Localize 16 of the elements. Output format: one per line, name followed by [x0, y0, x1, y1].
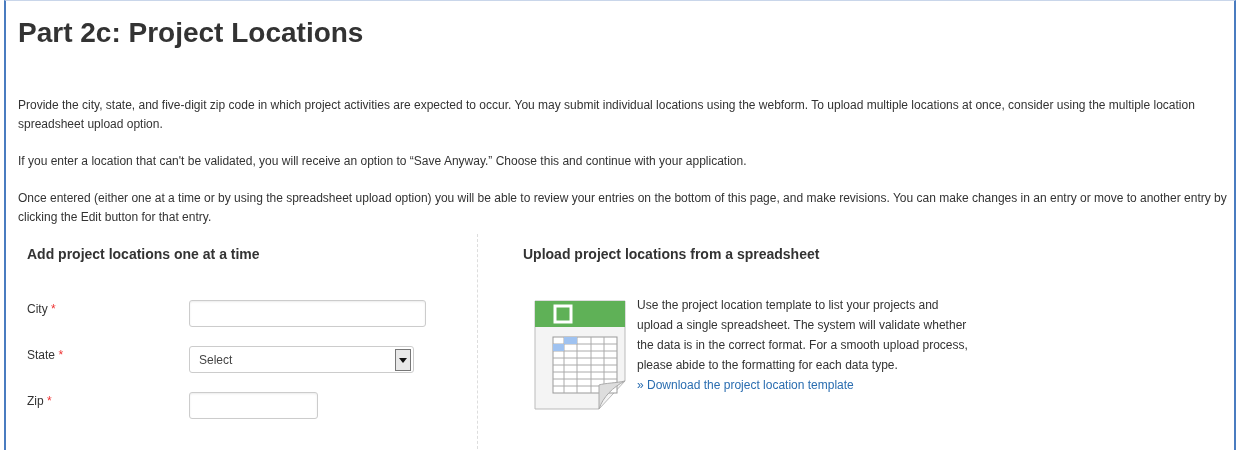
download-template-link[interactable]: » Download the project location template [637, 378, 854, 392]
field-label: State * [27, 347, 65, 362]
instruction-text: Provide the city, state, and five-digit zip code in which project activities are expected to occur. You may submit individual locations using the webform. To upload multiple locations at once, consider using the multiple location spreadsheet upload option. [18, 97, 1196, 133]
upload-description: Use the project location template to list your projects and upload a single spreadsheet. The system will validate whether the data is in the correct format. For a smooth upload process, please abide to the formatting for each data type. » Download the project location template [637, 297, 969, 394]
spreadsheet-icon [533, 299, 629, 411]
page-title: Part 2c: Project Locations [18, 16, 365, 50]
zip-input[interactable] [189, 392, 318, 419]
field-label: City * [27, 301, 57, 316]
instruction-text: If you enter a location that can't be validated, you will receive an option to “Save Anyway.” Choose this and continue with your application. [18, 153, 748, 170]
state-select[interactable]: Select [189, 346, 414, 373]
field-label: Zip * [27, 393, 53, 408]
section-heading: Upload project locations from a spreadsheet [523, 246, 821, 262]
city-input[interactable] [189, 300, 426, 327]
section-heading: Add project locations one at a time [27, 246, 261, 262]
caret-icon [395, 348, 411, 371]
instruction-text: Once entered (either one at a time or by using the spreadsheet upload option) you will be able to review your entries on the bottom of this page, and make revisions. You can make changes in an entry or move to another entry by clicking the Edit button for that entry. [18, 190, 1228, 226]
